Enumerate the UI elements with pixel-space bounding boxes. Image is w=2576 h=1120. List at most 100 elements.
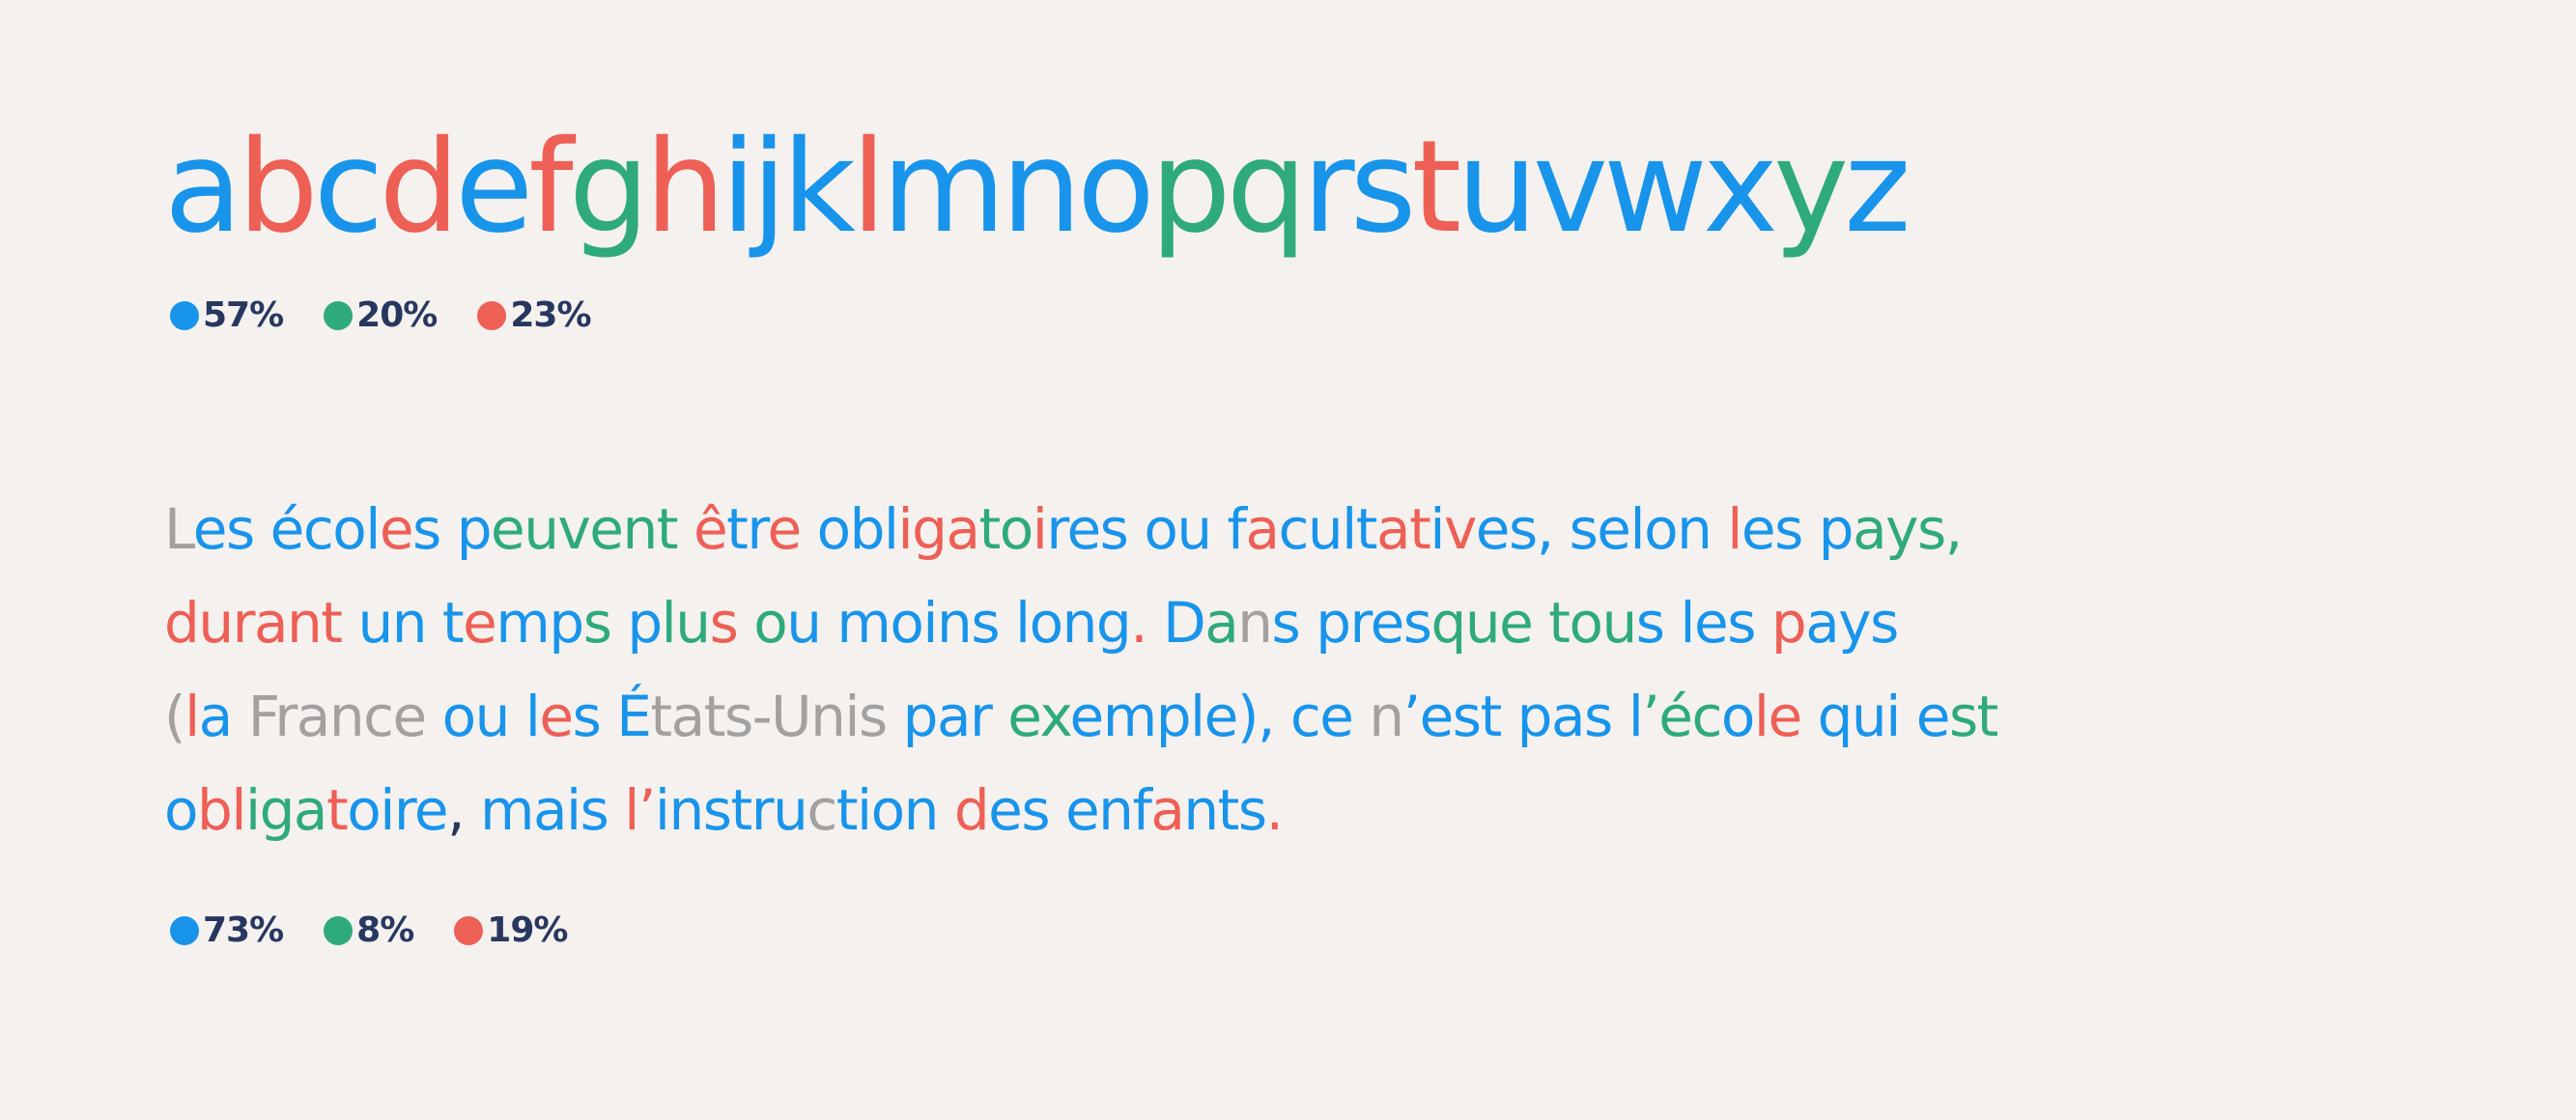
colored-glyph: a xyxy=(198,684,234,749)
colored-glyph: e xyxy=(1597,496,1631,562)
colored-glyph: L xyxy=(164,496,194,562)
colored-glyph: e xyxy=(413,777,449,843)
colored-glyph: l xyxy=(1190,684,1205,749)
colored-glyph: r xyxy=(970,684,993,749)
red-dot-icon xyxy=(454,915,484,945)
colored-glyph: o xyxy=(999,496,1034,562)
colored-glyph: l xyxy=(524,684,541,749)
colored-glyph: r xyxy=(274,684,297,749)
colored-glyph: g xyxy=(912,496,948,562)
colored-glyph: s xyxy=(971,590,1000,656)
colored-glyph: f xyxy=(1132,777,1151,843)
colored-glyph: F xyxy=(247,684,276,749)
colored-glyph: e xyxy=(192,496,228,562)
colored-glyph: e xyxy=(463,590,497,656)
colored-glyph: s xyxy=(1569,496,1599,562)
colored-glyph: u xyxy=(357,590,393,656)
colored-glyph: p xyxy=(549,590,584,656)
colored-glyph xyxy=(1553,496,1570,562)
colored-glyph: l xyxy=(1629,496,1645,562)
colored-glyph: o xyxy=(441,684,477,749)
colored-glyph: n xyxy=(810,684,846,749)
colored-glyph xyxy=(887,684,903,749)
colored-glyph xyxy=(1501,684,1517,749)
colored-glyph: l xyxy=(365,496,381,562)
colored-glyph: s xyxy=(1727,590,1756,656)
colored-glyph: i xyxy=(1430,496,1445,562)
colored-glyph: q xyxy=(1226,113,1308,262)
blue-dot-icon xyxy=(170,915,199,945)
colored-glyph: t xyxy=(1976,684,1999,749)
colored-glyph: l xyxy=(624,777,639,843)
colored-glyph: i xyxy=(844,684,860,749)
paragraph-line: obligatoire, mais l’instruction des enfa… xyxy=(164,764,2531,857)
colored-glyph: a xyxy=(1204,590,1239,656)
colored-glyph: l xyxy=(184,684,200,749)
colored-glyph: c xyxy=(1289,684,1321,749)
colored-glyph xyxy=(426,590,442,656)
green-dot-icon xyxy=(324,915,354,945)
colored-glyph: t xyxy=(726,496,749,562)
colored-glyph: a xyxy=(1551,684,1586,749)
colored-glyph: e xyxy=(1370,590,1405,656)
legend-item-green: 8% xyxy=(324,910,414,950)
colored-glyph: i xyxy=(922,590,938,656)
colored-glyph: u xyxy=(1464,590,1501,656)
legend-item-red: 19% xyxy=(454,910,568,950)
colored-glyph: t xyxy=(730,777,752,843)
colored-glyph: É xyxy=(616,684,652,749)
colored-glyph: g xyxy=(259,777,296,843)
colored-glyph: c xyxy=(807,777,837,843)
colored-glyph: u xyxy=(1457,113,1538,262)
colored-glyph: s xyxy=(225,496,255,562)
colored-glyph: e xyxy=(1694,590,1729,656)
red-percentage: 19% xyxy=(487,910,568,950)
colored-glyph: m xyxy=(836,590,892,656)
colored-glyph: D xyxy=(1163,590,1206,656)
colored-glyph: r xyxy=(750,777,775,843)
colored-glyph xyxy=(1049,777,1065,843)
colored-glyph: c xyxy=(1691,684,1722,749)
colored-glyph: h xyxy=(644,113,726,262)
colored-glyph: n xyxy=(1098,777,1134,843)
colored-glyph: e xyxy=(1915,684,1951,749)
red-percentage: 23% xyxy=(510,295,591,335)
colored-glyph: s xyxy=(702,777,732,843)
colored-glyph: i xyxy=(721,113,756,262)
colored-glyph xyxy=(999,590,1015,656)
colored-glyph: ’ xyxy=(1402,684,1421,749)
colored-glyph: p xyxy=(1155,684,1192,749)
green-percentage: 20% xyxy=(356,295,438,335)
colored-glyph: ( xyxy=(164,684,186,749)
colored-glyph: p xyxy=(1770,590,1807,656)
colored-glyph: r xyxy=(393,777,416,843)
colored-glyph: s xyxy=(1774,496,1803,562)
colored-glyph: b xyxy=(197,777,233,843)
colored-glyph: s xyxy=(1916,496,1946,562)
colored-glyph: o xyxy=(1569,590,1603,656)
colored-glyph xyxy=(342,590,358,656)
colored-glyph: o xyxy=(1077,113,1155,262)
legend-item-red: 23% xyxy=(477,295,592,335)
colored-glyph: a xyxy=(293,777,328,843)
colored-glyph xyxy=(1802,496,1819,562)
colored-glyph xyxy=(1801,684,1818,749)
green-percentage: 8% xyxy=(356,910,414,950)
colored-glyph: r xyxy=(1349,590,1373,656)
colored-glyph xyxy=(1352,684,1369,749)
green-dot-icon xyxy=(324,300,354,330)
colored-glyph: s xyxy=(1635,590,1665,656)
colored-glyph: m xyxy=(495,590,551,656)
colored-glyph: t xyxy=(1217,777,1240,843)
colored-glyph: a xyxy=(670,684,706,749)
colored-glyph: e xyxy=(1499,590,1534,656)
colored-glyph: s xyxy=(858,684,888,749)
colored-glyph: r xyxy=(1046,496,1068,562)
colored-glyph: , xyxy=(447,777,465,843)
colored-glyph: e xyxy=(1419,684,1455,749)
colored-glyph: n xyxy=(1183,777,1219,843)
colored-glyph: e xyxy=(1066,496,1101,562)
colored-glyph: c xyxy=(302,496,334,562)
colored-glyph: t xyxy=(835,777,859,843)
colored-glyph: s xyxy=(1271,590,1301,656)
